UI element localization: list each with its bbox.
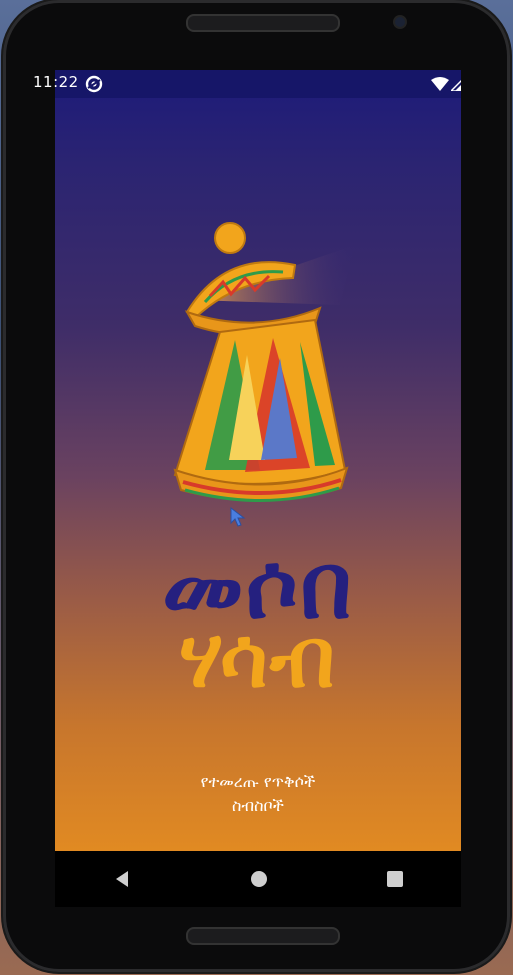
home-icon[interactable] [249,869,269,889]
bottom-speaker [186,927,340,945]
top-speaker [186,14,340,32]
app-title-line2: ሃሳብ [179,611,337,706]
recents-icon[interactable] [385,869,405,889]
status-time: 11:22 [33,73,79,91]
front-camera [395,17,405,27]
sync-icon [85,75,103,93]
app-screen: መሶበ ሃሳብ የተመረጡ የጥቅሶች ስብስቦች [55,70,461,851]
navigation-bar [55,851,461,907]
wifi-icon [431,77,449,91]
status-bar [55,70,461,98]
mesob-basket-illustration [173,222,355,503]
subtitle-line2: ስብስቦች [232,796,284,815]
cellular-signal-icon [451,79,461,91]
back-icon[interactable] [113,869,133,889]
cursor-icon [230,507,246,527]
subtitle-line1: የተመረጡ የጥቅሶች [200,772,316,791]
app-subtitle: የተመረጡ የጥቅሶች ስብስቦች [55,770,461,818]
